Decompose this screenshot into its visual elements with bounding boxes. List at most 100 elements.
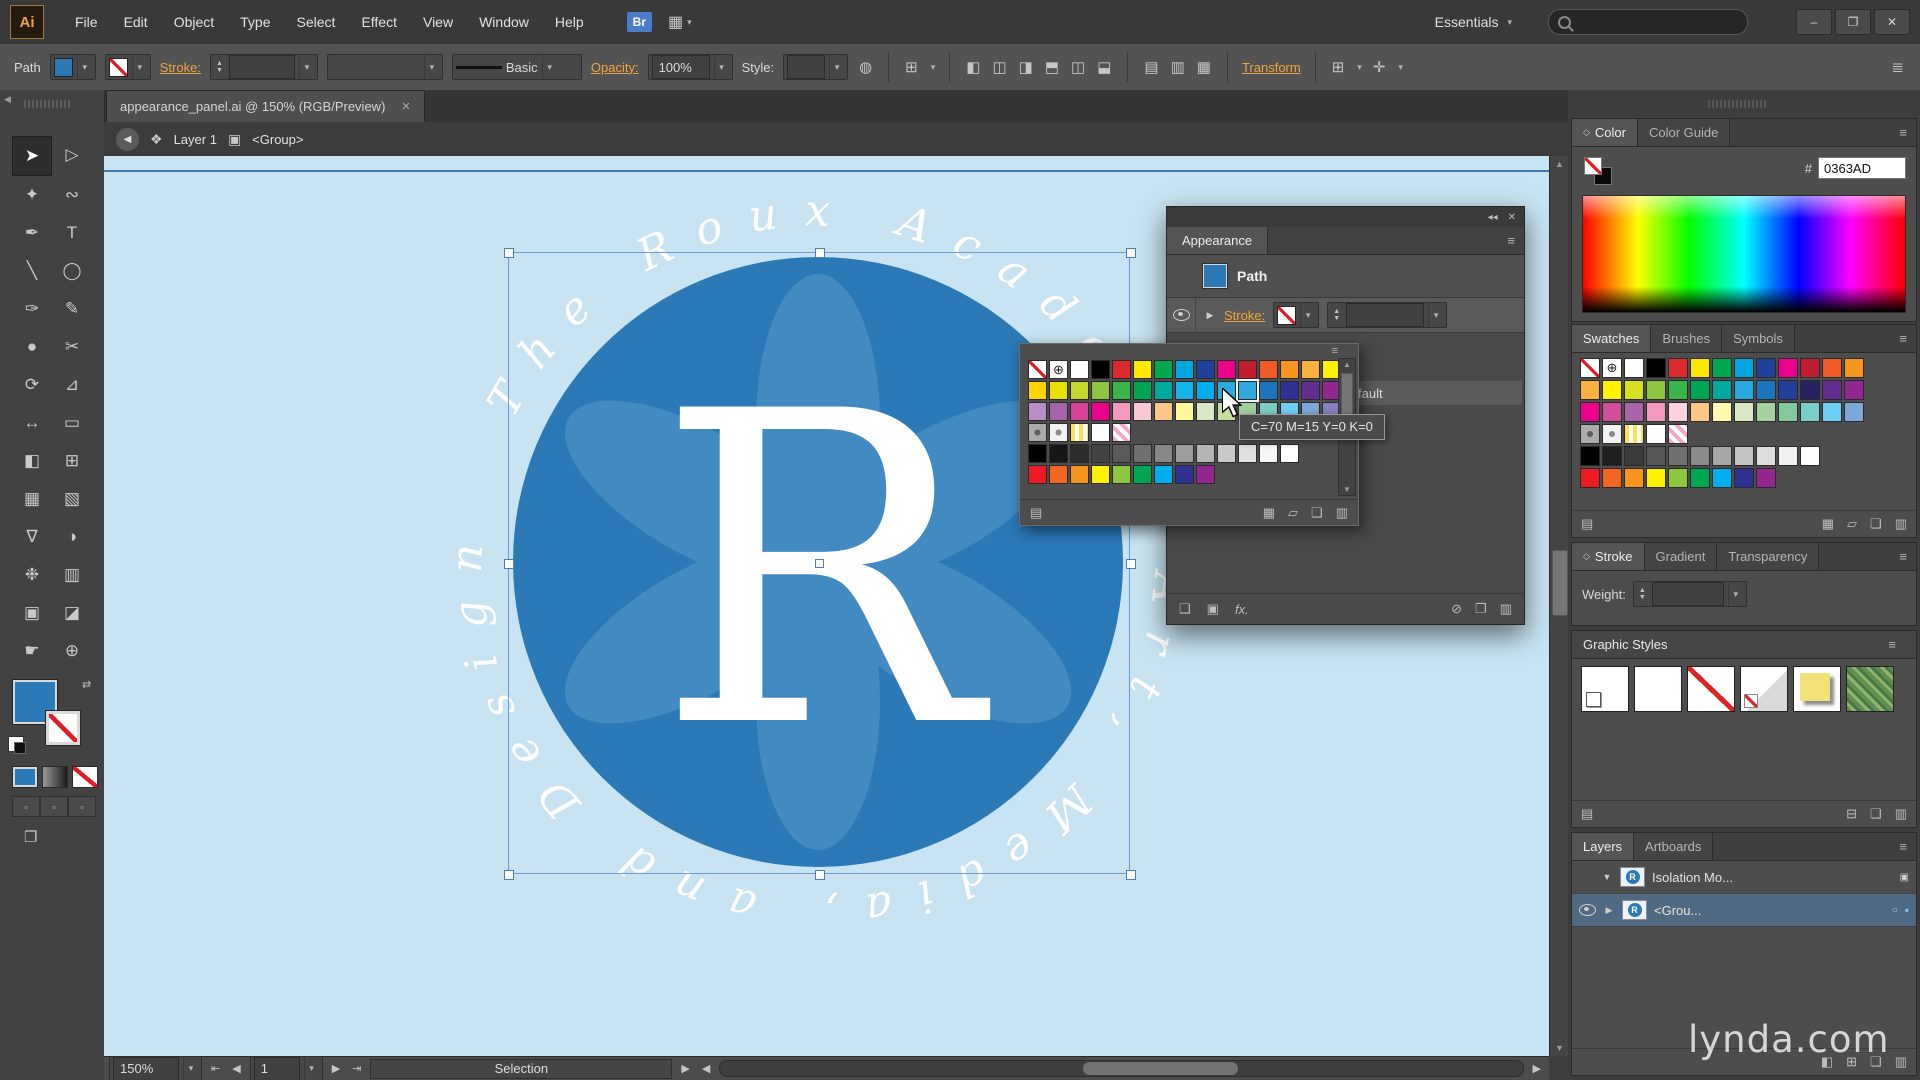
swatch[interactable] <box>1580 424 1600 444</box>
menu-select[interactable]: Select <box>284 0 349 44</box>
swatch[interactable] <box>1154 465 1173 484</box>
swatch[interactable] <box>1217 444 1236 463</box>
draw-normal-button[interactable]: ▫ <box>12 796 40 817</box>
swatch[interactable] <box>1756 468 1776 488</box>
swatch[interactable] <box>1800 380 1820 400</box>
swatch[interactable] <box>1646 358 1666 378</box>
swatch[interactable] <box>1756 402 1776 422</box>
swatch[interactable] <box>1028 360 1047 379</box>
swatch[interactable] <box>1049 444 1068 463</box>
swatch[interactable] <box>1028 465 1047 484</box>
swatch[interactable] <box>1624 446 1644 466</box>
opacity-value[interactable]: 100% <box>652 55 710 79</box>
artboard-combo[interactable]: 1 ▾ <box>250 1056 323 1080</box>
swatch[interactable] <box>1154 444 1173 463</box>
slice-tool[interactable]: ◪ <box>52 594 92 632</box>
color-fill-stroke-indicator[interactable] <box>1584 157 1618 191</box>
swatch[interactable] <box>1070 444 1089 463</box>
distribute-center-icon[interactable]: ▥ <box>1169 58 1187 76</box>
selection-handle[interactable] <box>815 248 825 258</box>
perspective-grid-tool[interactable]: ⊞ <box>52 442 92 480</box>
stroke-weight-combo[interactable]: ▲▼ ▾ <box>210 54 318 80</box>
hand-tool[interactable]: ☛ <box>12 632 52 670</box>
swatch[interactable] <box>1712 446 1732 466</box>
layer-target-icon[interactable]: ▣ <box>1900 872 1909 883</box>
stroke-panel-menu-icon[interactable]: ≡ <box>1890 543 1916 570</box>
new-graphic-style-icon[interactable]: ❏ <box>1870 806 1882 822</box>
swatch[interactable] <box>1668 380 1688 400</box>
horizontal-scrollbar[interactable] <box>719 1060 1523 1077</box>
artboard-value[interactable]: 1 <box>254 1057 300 1080</box>
popup-swatch-kinds-icon[interactable]: ▦ <box>1263 505 1275 521</box>
document-tab-close-icon[interactable]: ✕ <box>401 100 410 113</box>
swatch[interactable] <box>1580 358 1600 378</box>
none-button[interactable] <box>72 766 98 788</box>
swatch[interactable] <box>1756 380 1776 400</box>
artboard-tool[interactable]: ▣ <box>12 594 52 632</box>
add-new-effect-icon[interactable]: fx. <box>1235 602 1249 617</box>
group-expand-icon[interactable]: ▶ <box>1603 905 1615 916</box>
selection-tool[interactable]: ➤ <box>12 136 52 176</box>
swatch[interactable] <box>1196 465 1215 484</box>
menu-view[interactable]: View <box>410 0 466 44</box>
pen-tool[interactable]: ✒ <box>12 214 52 252</box>
document-tab[interactable]: appearance_panel.ai @ 150% (RGB/Preview)… <box>106 90 425 122</box>
swatch[interactable] <box>1690 468 1710 488</box>
show-swatch-kinds-icon[interactable]: ▦ <box>1822 516 1834 532</box>
swatch[interactable] <box>1602 424 1622 444</box>
swatch[interactable] <box>1580 468 1600 488</box>
next-artboard-button[interactable]: ▶ <box>329 1062 343 1075</box>
swatch[interactable] <box>1734 402 1754 422</box>
swatch[interactable] <box>1822 402 1842 422</box>
swatch[interactable] <box>1580 402 1600 422</box>
swatch[interactable] <box>1624 380 1644 400</box>
swatch[interactable] <box>1646 424 1666 444</box>
zoom-combo[interactable]: 150% ▾ <box>109 1056 202 1080</box>
swatch[interactable] <box>1756 446 1776 466</box>
width-tool[interactable]: ↔ <box>12 404 52 442</box>
stroke-expand-icon[interactable]: ▶ <box>1204 310 1216 321</box>
swatch[interactable] <box>1217 360 1236 379</box>
distribute-top-icon[interactable]: ▤ <box>1142 58 1160 76</box>
swatch[interactable] <box>1844 380 1864 400</box>
brush-definition-dropdown[interactable]: ▾ <box>327 54 443 80</box>
swatch[interactable] <box>1049 360 1068 379</box>
swatch[interactable] <box>1133 360 1152 379</box>
hscroll-right-icon[interactable]: ▶ <box>1530 1062 1544 1075</box>
mesh-tool[interactable]: ▦ <box>12 480 52 518</box>
swatch[interactable] <box>1690 358 1710 378</box>
opacity-combo[interactable]: 100% ▾ <box>648 54 733 80</box>
swatch[interactable] <box>1646 468 1666 488</box>
weight-value[interactable] <box>1652 582 1724 606</box>
group-target-icon[interactable]: ○ <box>1892 905 1898 916</box>
tab-artboards[interactable]: Artboards <box>1634 833 1713 860</box>
swatch[interactable] <box>1133 465 1152 484</box>
swatch[interactable] <box>1712 358 1732 378</box>
swatch[interactable] <box>1049 402 1068 421</box>
swatch[interactable] <box>1301 381 1320 400</box>
color-panel-menu-icon[interactable]: ≡ <box>1890 119 1916 146</box>
popup-new-swatch-icon[interactable]: ❏ <box>1311 505 1323 521</box>
swatch[interactable] <box>1646 380 1666 400</box>
line-segment-tool[interactable]: ╲ <box>12 252 52 290</box>
swatch[interactable] <box>1712 402 1732 422</box>
popup-menu-icon[interactable]: ≡ <box>1332 345 1338 357</box>
swatch[interactable] <box>1734 468 1754 488</box>
arrange-documents-icon[interactable]: ▦ <box>668 12 683 32</box>
delete-swatch-icon[interactable]: ▥ <box>1895 516 1907 532</box>
stroke-visibility-eye-icon[interactable] <box>1173 309 1190 321</box>
swatch[interactable] <box>1196 381 1215 400</box>
weight-stepper[interactable]: ▲▼ <box>1637 587 1648 601</box>
graphic-style-libraries-icon[interactable]: ▤ <box>1581 806 1593 822</box>
shape-mode-icon[interactable]: ⊞ <box>1330 58 1347 76</box>
screen-mode-button[interactable]: ❐ <box>24 828 37 846</box>
stroke-color-well[interactable] <box>45 710 81 746</box>
swatch[interactable] <box>1280 444 1299 463</box>
swatch[interactable] <box>1112 402 1131 421</box>
unlink-graphic-style-icon[interactable]: ⊟ <box>1846 806 1857 822</box>
layers-panel-menu-icon[interactable]: ≡ <box>1890 833 1916 860</box>
select-similar-icon[interactable]: ⊞ <box>903 58 920 76</box>
swatch[interactable] <box>1133 381 1152 400</box>
color-button[interactable] <box>12 766 38 788</box>
appearance-stroke-row[interactable]: ▶ Stroke: ▾ ▲▼ ▾ <box>1167 298 1524 333</box>
